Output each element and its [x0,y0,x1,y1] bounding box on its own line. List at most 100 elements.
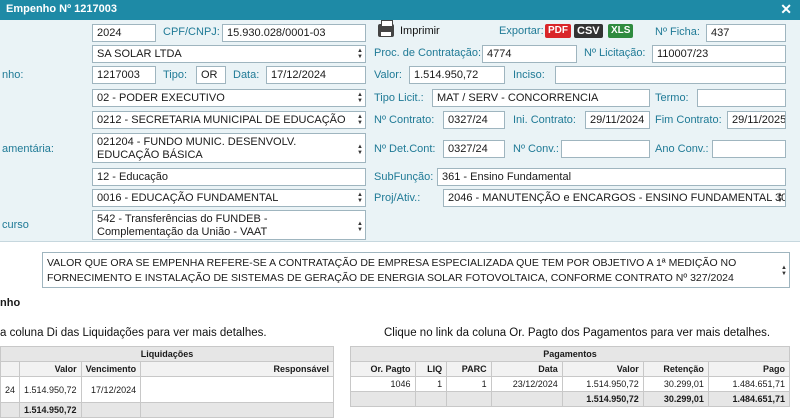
liq-total: 1.514.950,72 [19,402,82,418]
licitacao-label: Nº Licitação: [584,47,646,59]
empenho-field[interactable]: 1217003 [92,66,156,84]
fornecedor-select[interactable]: SA SOLAR LTDA ▲ ▼ [92,45,366,63]
pag-total-valor: 1.514.950,72 [561,391,644,407]
termo-field[interactable] [697,89,786,107]
col-responsavel: Responsável [140,361,334,377]
pagamentos-table-wrap: Pagamentos Or. Pagto LIQ PARC Data Valor… [350,346,791,407]
proc-label: Proc. de Contratação: [374,47,482,59]
liq-di-link[interactable]: 24 [0,376,21,403]
export-label: Exportar: [499,25,544,37]
print-button[interactable]: Imprimir [378,20,440,37]
cpf-label: CPF/CNPJ: [163,26,220,38]
col-parc: PARC [446,361,492,377]
poder-value: 02 - PODER EXECUTIVO [97,92,225,104]
updown-icon[interactable]: ▲ ▼ [777,192,783,204]
recurso-label: curso [2,219,29,231]
contrato-label: Nº Contrato: [374,114,435,126]
col-pago: Pago [707,361,791,377]
liq-valor: 1.514.950,72 [19,376,82,403]
col-or-pagto: Or. Pagto [350,361,416,377]
pag-pago: 1.484.651,71 [707,376,791,392]
total-row: 1.514.950,72 30.299,01 1.484.651,71 [350,391,791,407]
export-xls-button[interactable]: XLS [608,24,634,38]
pag-liq: 1 [414,376,448,392]
pag-total-retencao: 30.299,01 [642,391,709,407]
ini-contrato-label: Ini. Contrato: [513,114,576,126]
window-title: Empenho Nº 1217003 [6,3,118,15]
total-row: 1.514.950,72 [0,402,334,418]
fornecedor-value: SA SOLAR LTDA [97,48,182,60]
ano-field[interactable]: 2024 [92,24,156,42]
programa-select[interactable]: 0016 - EDUCAÇÃO FUNDAMENTAL ▲ ▼ [92,189,366,207]
updown-icon[interactable]: ▲ ▼ [357,221,363,233]
pag-data: 23/12/2024 [490,376,563,392]
fundo-value: 021204 - FUNDO MUNIC. DESENVOLV. EDUCAÇÃ… [97,136,297,161]
fundo-select[interactable]: 021204 - FUNDO MUNIC. DESENVOLV. EDUCAÇÃ… [92,133,366,163]
orcamentaria-label: amentária: [2,143,54,155]
liquidacoes-table: Liquidações Valor Vencimento Responsável… [0,346,334,418]
updown-icon[interactable]: ▲ ▼ [357,114,363,126]
ano-conv-field[interactable] [712,140,786,158]
col-liq: LIQ [414,361,448,377]
pagamentos-hint: Clique no link da coluna Or. Pagto dos P… [384,327,771,339]
det-cont-field[interactable]: 0327/24 [443,140,505,158]
descricao-textarea[interactable]: VALOR QUE ORA SE EMPENHA REFERE-SE A CON… [42,252,790,288]
liquidacoes-hint: a coluna Di das Liquidações para ver mai… [0,327,267,339]
valor-field[interactable]: 1.514.950,72 [409,66,505,84]
valor-label: Valor: [374,69,402,81]
updown-icon[interactable]: ▲ ▼ [781,265,787,277]
liquidacoes-title: Liquidações [0,346,334,362]
recurso-value: 542 - Transferências do FUNDEB - Complem… [97,213,268,238]
funcao-field[interactable]: 12 - Educação [92,168,366,186]
data-field[interactable]: 17/12/2024 [266,66,366,84]
poder-select[interactable]: 02 - PODER EXECUTIVO ▲ ▼ [92,89,366,107]
table-row: 1046 1 1 23/12/2024 1.514.950,72 30.299,… [350,376,791,392]
licitacao-field[interactable]: 110007/23 [652,45,786,63]
liquidacoes-table-wrap: Liquidações Valor Vencimento Responsável… [0,346,334,418]
export-pdf-button[interactable]: PDF [545,24,571,38]
proj-label: Proj/Ativ.: [374,192,421,204]
ficha-field[interactable]: 437 [706,24,786,42]
updown-icon[interactable]: ▲ ▼ [357,192,363,204]
window-titlebar: Empenho Nº 1217003 ✕ [0,0,800,20]
pag-retencao: 30.299,01 [642,376,709,392]
contrato-field[interactable]: 0327/24 [443,111,505,129]
tipo-field[interactable]: OR [196,66,226,84]
inciso-field[interactable] [555,66,786,84]
subfuncao-field[interactable]: 361 - Ensino Fundamental [437,168,786,186]
cpf-field[interactable]: 15.930.028/0001-03 [222,24,366,42]
fim-contrato-field[interactable]: 29/11/2025 [727,111,786,129]
table-row: 24 1.514.950,72 17/12/2024 [0,376,334,403]
close-icon[interactable]: ✕ [780,1,792,18]
col-valor: Valor [561,361,644,377]
export-csv-button[interactable]: CSV [574,24,603,38]
updown-icon[interactable]: ▲ ▼ [357,48,363,60]
pag-parc: 1 [446,376,492,392]
col-di [0,361,21,377]
tipo-licit-label: Tipo Licit.: [374,92,424,104]
recurso-select[interactable]: 542 - Transferências do FUNDEB - Complem… [92,210,366,240]
proj-value: 2046 - MANUTENÇÃO e ENCARGOS - ENSINO FU… [448,192,786,204]
liq-responsavel [140,376,334,403]
proj-select[interactable]: 2046 - MANUTENÇÃO e ENCARGOS - ENSINO FU… [443,189,786,207]
data-label: Data: [233,69,260,81]
col-valor: Valor [19,361,82,377]
print-label: Imprimir [400,24,440,37]
tipo-label: Tipo: [163,69,188,81]
inciso-label: Inciso: [513,69,545,81]
secretaria-select[interactable]: 0212 - SECRETARIA MUNICIPAL DE EDUCAÇÃO … [92,111,366,129]
proc-field[interactable]: 4774 [482,45,577,63]
tipo-licit-field[interactable]: MAT / SERV - CONCORRENCIA [432,89,650,107]
secretaria-value: 0212 - SECRETARIA MUNICIPAL DE EDUCAÇÃO [97,114,346,126]
pag-valor: 1.514.950,72 [561,376,644,392]
conv-field[interactable] [561,140,650,158]
col-data: Data [490,361,563,377]
updown-icon[interactable]: ▲ ▼ [357,144,363,156]
conv-label: Nº Conv.: [513,143,559,155]
updown-icon[interactable]: ▲ ▼ [357,92,363,104]
pag-or-pagto-link[interactable]: 1046 [350,376,416,392]
ini-contrato-field[interactable]: 29/11/2024 [585,111,650,129]
termo-label: Termo: [655,92,689,104]
printer-icon [378,20,394,37]
liq-vencimento: 17/12/2024 [80,376,142,403]
